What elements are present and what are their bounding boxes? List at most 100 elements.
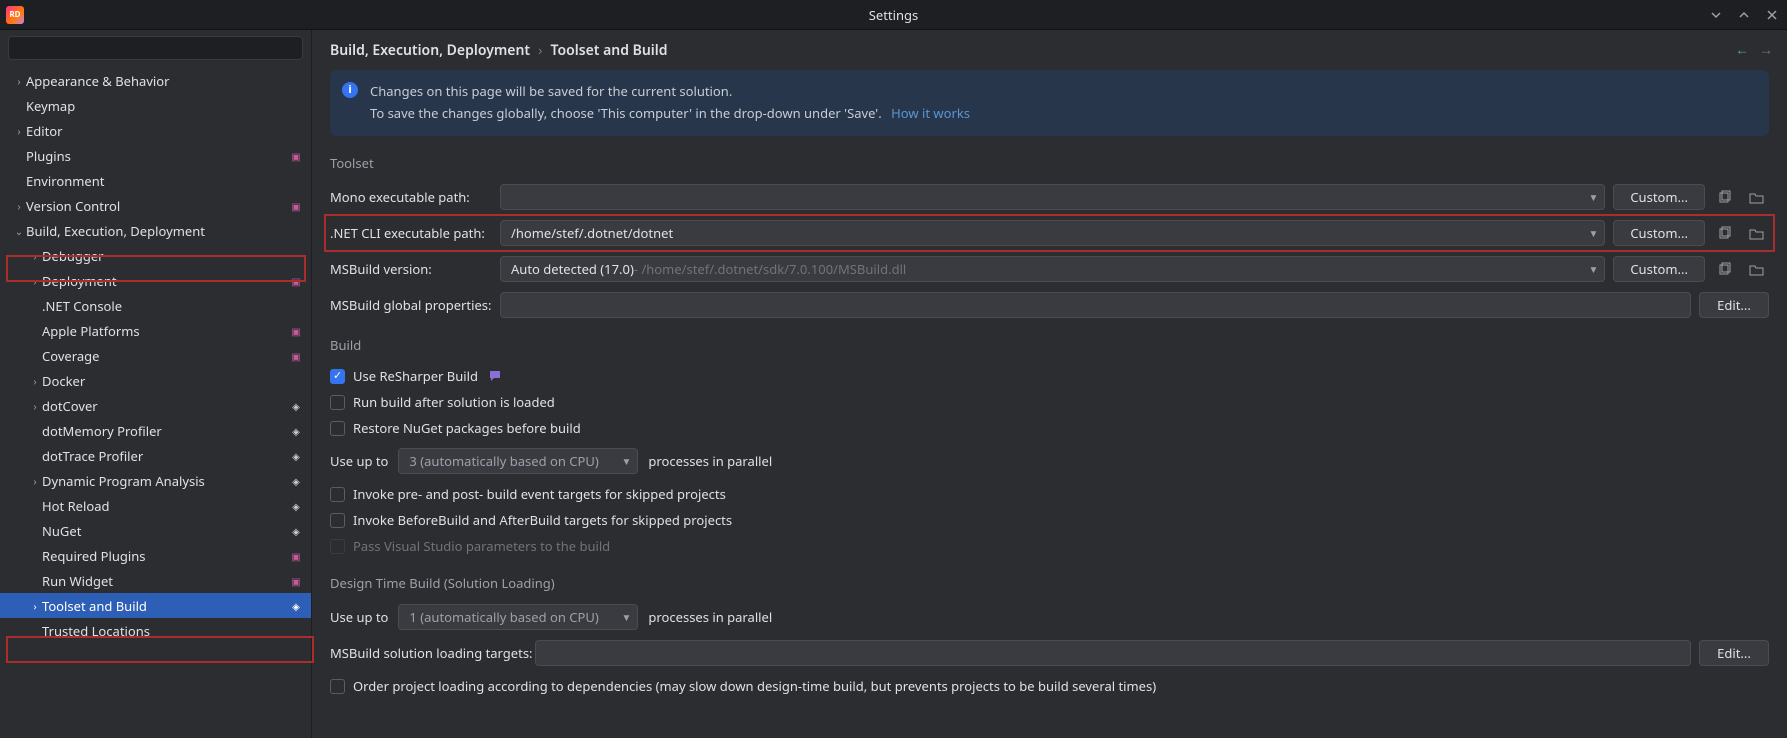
netcli-path-input[interactable]: /home/stef/.dotnet/dotnet ▼	[500, 220, 1605, 246]
sidebar-item-deployment[interactable]: ›Deployment▣	[0, 268, 311, 293]
sidebar-item-docker[interactable]: ›Docker	[0, 368, 311, 393]
sidebar-item-label: dotCover	[42, 397, 289, 415]
folder-icon[interactable]	[1743, 256, 1769, 282]
layers-icon: ◈	[289, 449, 303, 463]
copy-icon[interactable]	[1711, 256, 1737, 282]
chat-icon[interactable]	[488, 369, 502, 383]
copy-icon[interactable]	[1711, 220, 1737, 246]
sidebar-item-dotcover[interactable]: ›dotCover◈	[0, 393, 311, 418]
sidebar-item-build-execution-deployment[interactable]: ⌄Build, Execution, Deployment	[0, 218, 311, 243]
how-it-works-link[interactable]: How it works	[891, 104, 970, 122]
info-banner: i Changes on this page will be saved for…	[330, 70, 1769, 136]
chevron-right-icon: ›	[28, 374, 42, 388]
msbuild-version-path: - /home/stef/.dotnet/sdk/7.0.100/MSBuild…	[634, 260, 906, 278]
msbuild-global-input[interactable]	[500, 292, 1691, 318]
layers-icon: ◈	[289, 474, 303, 488]
msbuild-version-input[interactable]: Auto detected (17.0) - /home/stef/.dotne…	[500, 256, 1605, 282]
build-parallel-value: 3 (automatically based on CPU)	[409, 452, 598, 470]
restore-nuget-checkbox[interactable]	[330, 421, 345, 436]
pass-vs-params-checkbox	[330, 539, 345, 554]
order-loading-checkbox[interactable]	[330, 679, 345, 694]
msbuild-targets-input[interactable]	[535, 640, 1691, 666]
chevron-up-icon[interactable]	[1733, 4, 1755, 26]
sidebar-item-debugger[interactable]: ›Debugger	[0, 243, 311, 268]
msbuild-custom-button[interactable]: Custom...	[1613, 256, 1705, 282]
sidebar-item-label: Keymap	[26, 97, 303, 115]
msbuild-global-label: MSBuild global properties:	[330, 296, 500, 314]
sidebar-item-coverage[interactable]: Coverage▣	[0, 343, 311, 368]
sidebar-item-keymap[interactable]: Keymap	[0, 93, 311, 118]
sidebar-item--net-console[interactable]: .NET Console	[0, 293, 311, 318]
sidebar-item-trusted-locations[interactable]: Trusted Locations	[0, 618, 311, 643]
sidebar-item-appearance-behavior[interactable]: ›Appearance & Behavior	[0, 68, 311, 93]
info-banner-line2: To save the changes globally, choose 'Th…	[370, 104, 882, 122]
search-input[interactable]	[8, 36, 303, 60]
invoke-prepost-checkbox[interactable]	[330, 487, 345, 502]
use-resharper-checkbox[interactable]	[330, 369, 345, 384]
msbuild-global-edit-button[interactable]: Edit...	[1699, 292, 1769, 318]
chevron-down-icon[interactable]	[1705, 4, 1727, 26]
sidebar-item-editor[interactable]: ›Editor	[0, 118, 311, 143]
sidebar-item-label: Version Control	[26, 197, 289, 215]
layers-icon: ◈	[289, 599, 303, 613]
netcli-custom-button[interactable]: Custom...	[1613, 220, 1705, 246]
breadcrumb-root[interactable]: Build, Execution, Deployment	[330, 41, 530, 60]
project-scope-icon: ▣	[289, 324, 303, 338]
sidebar-item-plugins[interactable]: Plugins▣	[0, 143, 311, 168]
sidebar-item-label: Debugger	[42, 247, 303, 265]
nav-forward-icon[interactable]: →	[1759, 41, 1773, 60]
close-icon[interactable]	[1761, 4, 1783, 26]
sidebar-item-label: Toolset and Build	[42, 597, 289, 615]
sidebar-item-dotmemory-profiler[interactable]: dotMemory Profiler◈	[0, 418, 311, 443]
use-resharper-label: Use ReSharper Build	[353, 367, 478, 385]
breadcrumb-separator: ›	[538, 41, 542, 60]
breadcrumb: Build, Execution, Deployment › Toolset a…	[312, 30, 1787, 70]
chevron-right-icon: ›	[28, 399, 42, 413]
sidebar-item-required-plugins[interactable]: Required Plugins▣	[0, 543, 311, 568]
msbuild-targets-edit-button[interactable]: Edit...	[1699, 640, 1769, 666]
project-scope-icon: ▣	[289, 349, 303, 363]
msbuild-version-label: MSBuild version:	[330, 260, 500, 278]
sidebar-item-run-widget[interactable]: Run Widget▣	[0, 568, 311, 593]
sidebar-item-label: Dynamic Program Analysis	[42, 472, 289, 490]
copy-icon[interactable]	[1711, 184, 1737, 210]
mono-path-input[interactable]: ▼	[500, 184, 1605, 210]
build-parallel-select[interactable]: 3 (automatically based on CPU) ▼	[398, 448, 638, 474]
design-parallel-select[interactable]: 1 (automatically based on CPU) ▼	[398, 604, 638, 630]
sidebar-item-hot-reload[interactable]: Hot Reload◈	[0, 493, 311, 518]
run-build-after-checkbox[interactable]	[330, 395, 345, 410]
sidebar-item-environment[interactable]: Environment	[0, 168, 311, 193]
sidebar-item-label: Build, Execution, Deployment	[26, 222, 303, 240]
breadcrumb-current: Toolset and Build	[550, 41, 667, 60]
app-icon: RD	[6, 6, 24, 24]
layers-icon: ◈	[289, 524, 303, 538]
sidebar-item-label: NuGet	[42, 522, 289, 540]
sidebar-item-toolset-and-build[interactable]: ›Toolset and Build◈	[0, 593, 311, 618]
invoke-beforeafter-label: Invoke BeforeBuild and AfterBuild target…	[353, 511, 732, 529]
mono-path-label: Mono executable path:	[330, 188, 500, 206]
project-scope-icon: ▣	[289, 574, 303, 588]
section-title-toolset: Toolset	[330, 154, 1769, 172]
mono-custom-button[interactable]: Custom...	[1613, 184, 1705, 210]
sidebar: ›Appearance & Behavior Keymap ›EditorPlugi…	[0, 30, 312, 738]
sidebar-item-version-control[interactable]: ›Version Control▣	[0, 193, 311, 218]
invoke-beforeafter-checkbox[interactable]	[330, 513, 345, 528]
window-title: Settings	[869, 6, 918, 24]
settings-tree[interactable]: ›Appearance & Behavior Keymap ›EditorPlugi…	[0, 66, 311, 738]
restore-nuget-label: Restore NuGet packages before build	[353, 419, 581, 437]
info-icon: i	[342, 82, 358, 98]
chevron-down-icon: ▼	[1588, 262, 1598, 276]
sidebar-item-nuget[interactable]: NuGet◈	[0, 518, 311, 543]
sidebar-item-apple-platforms[interactable]: Apple Platforms▣	[0, 318, 311, 343]
sidebar-item-dottrace-profiler[interactable]: dotTrace Profiler◈	[0, 443, 311, 468]
chevron-right-icon: ›	[12, 199, 26, 213]
processes-in-parallel-label: processes in parallel	[648, 452, 772, 470]
content-area: i Changes on this page will be saved for…	[312, 70, 1787, 738]
section-title-build: Build	[330, 336, 1769, 354]
section-title-design: Design Time Build (Solution Loading)	[330, 574, 1769, 592]
folder-icon[interactable]	[1743, 184, 1769, 210]
folder-icon[interactable]	[1743, 220, 1769, 246]
sidebar-item-dynamic-program-analysis[interactable]: ›Dynamic Program Analysis◈	[0, 468, 311, 493]
nav-back-icon[interactable]: ←	[1735, 41, 1749, 60]
chevron-down-icon: ▼	[1588, 190, 1598, 204]
